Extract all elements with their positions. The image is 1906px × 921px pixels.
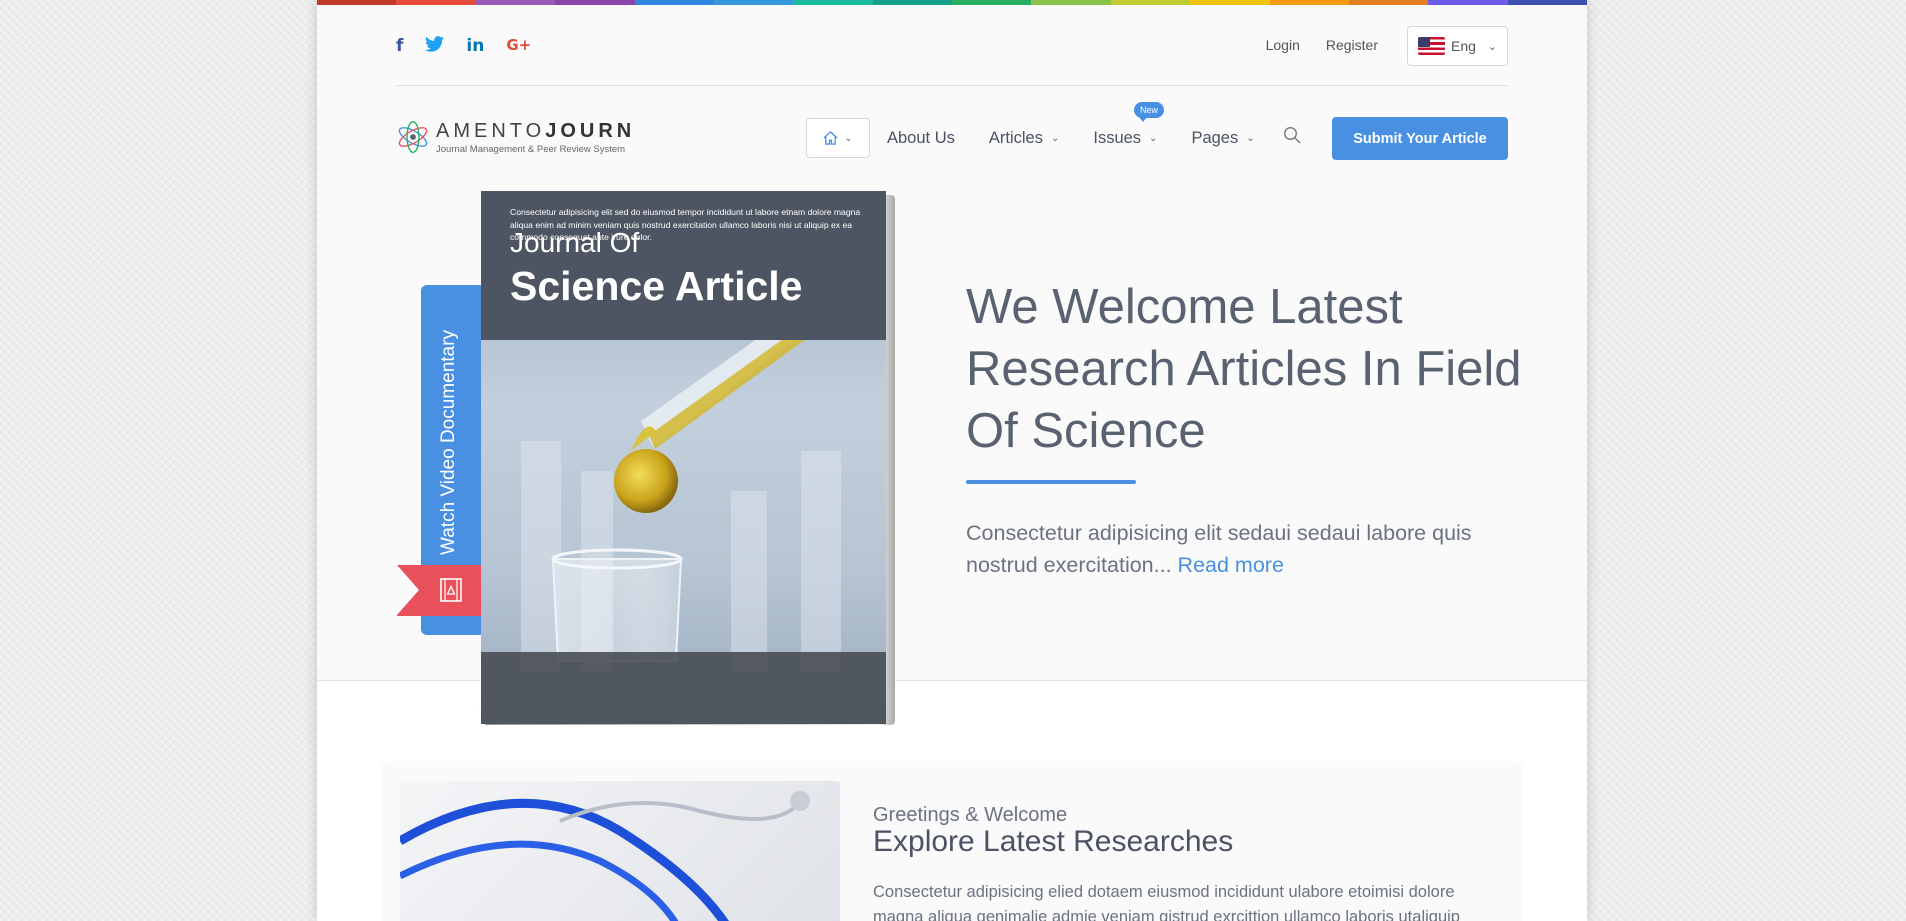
page-container: f in G+ Login Register Eng ⌄ AMENTOJOURN… bbox=[317, 0, 1587, 921]
top-bar: f in G+ Login Register Eng ⌄ bbox=[396, 26, 1508, 86]
chevron-down-icon: ⌄ bbox=[1050, 133, 1060, 144]
rainbow-segment bbox=[475, 0, 556, 5]
rainbow-segment bbox=[1348, 0, 1429, 5]
book-footer-text: Consectetur adipisicing elit sed do eius… bbox=[510, 207, 861, 242]
social-links: f in G+ bbox=[396, 36, 531, 57]
nav-pages[interactable]: Pages ⌄ bbox=[1191, 129, 1254, 148]
chevron-down-icon: ⌄ bbox=[844, 132, 853, 144]
book-footer bbox=[481, 652, 886, 724]
language-label: Eng bbox=[1451, 38, 1476, 54]
main-nav: About Us Articles ⌄ Issues ⌄ Pages ⌄ bbox=[887, 129, 1255, 148]
logo-name: AMENTOJOURN bbox=[436, 119, 636, 142]
rainbow-segment bbox=[952, 0, 1032, 5]
linkedin-icon[interactable]: in bbox=[466, 36, 484, 57]
nav-articles[interactable]: Articles ⌄ bbox=[989, 129, 1059, 148]
greeting-text: Greetings & Welcome bbox=[873, 804, 1068, 826]
hero-title: We Welcome Latest Research Articles In F… bbox=[966, 280, 1522, 458]
logo-subtitle: Journal Management & Peer Review System bbox=[436, 143, 626, 155]
read-more-link[interactable]: Read more bbox=[1178, 553, 1284, 577]
rainbow-segment bbox=[1031, 0, 1111, 5]
rainbow-segment bbox=[713, 0, 794, 5]
watch-video-label[interactable]: Watch Video Documentary bbox=[438, 330, 460, 555]
submit-article-button[interactable]: Submit Your Article bbox=[1332, 117, 1508, 160]
rainbow-segment bbox=[1269, 0, 1349, 5]
chevron-down-icon: ⌄ bbox=[1149, 133, 1158, 144]
rainbow-top-bar bbox=[317, 0, 1587, 5]
language-selector[interactable]: Eng ⌄ bbox=[1407, 26, 1508, 66]
twitter-icon[interactable] bbox=[425, 36, 445, 57]
film-icon bbox=[440, 578, 462, 602]
journal-book-cover: Journal Of Science Article Consectetur a… bbox=[481, 191, 886, 724]
new-badge: New bbox=[1134, 102, 1165, 122]
rainbow-segment bbox=[1190, 0, 1270, 5]
rainbow-segment bbox=[793, 0, 873, 5]
rainbow-segment bbox=[1507, 0, 1587, 5]
facebook-icon[interactable]: f bbox=[396, 36, 403, 57]
rainbow-segment bbox=[555, 0, 635, 5]
rainbow-segment bbox=[317, 0, 397, 5]
hero-divider-rule bbox=[966, 480, 1136, 484]
section-heading: Explore Latest Researches bbox=[873, 825, 1234, 858]
section-description: Consectetur adipisicing elied dotaem eiu… bbox=[873, 883, 1460, 921]
site-logo[interactable]: AMENTOJOURN Journal Management & Peer Re… bbox=[396, 117, 635, 157]
login-link[interactable]: Login bbox=[1266, 37, 1300, 53]
rainbow-segment bbox=[1428, 0, 1508, 5]
us-flag-icon bbox=[1418, 37, 1445, 55]
rainbow-segment bbox=[396, 0, 476, 5]
home-menu-button[interactable]: ⌄ bbox=[806, 118, 870, 158]
chevron-down-icon: ⌄ bbox=[1246, 133, 1255, 144]
home-icon bbox=[823, 131, 838, 145]
rainbow-segment bbox=[1110, 0, 1191, 5]
rainbow-segment bbox=[872, 0, 952, 5]
atom-logo-icon bbox=[398, 121, 428, 153]
hero-description: Consectetur adipisicing elit sedaui seda… bbox=[966, 521, 1472, 577]
nav-about-us[interactable]: About Us bbox=[887, 129, 955, 148]
stethoscope-illustration bbox=[400, 791, 810, 921]
register-link[interactable]: Register bbox=[1326, 37, 1378, 53]
google-plus-icon[interactable]: G+ bbox=[506, 36, 531, 57]
nav-issues[interactable]: Issues ⌄ bbox=[1093, 129, 1157, 148]
book-title-big: Science Article bbox=[510, 263, 803, 309]
rainbow-segment bbox=[634, 0, 714, 5]
chevron-down-icon: ⌄ bbox=[1487, 40, 1497, 53]
search-icon[interactable] bbox=[1283, 126, 1301, 144]
stethoscope-photo bbox=[400, 781, 840, 921]
account-links: Login Register bbox=[1266, 37, 1378, 53]
